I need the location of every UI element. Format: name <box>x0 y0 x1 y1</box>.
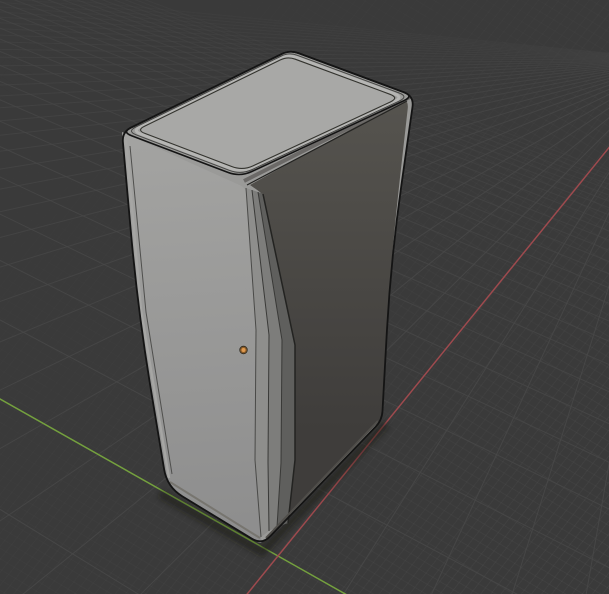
object-origin-dot[interactable] <box>239 345 248 355</box>
mesh-box-object[interactable] <box>121 50 414 558</box>
scene-canvas <box>0 0 609 594</box>
3d-viewport[interactable] <box>0 0 609 594</box>
